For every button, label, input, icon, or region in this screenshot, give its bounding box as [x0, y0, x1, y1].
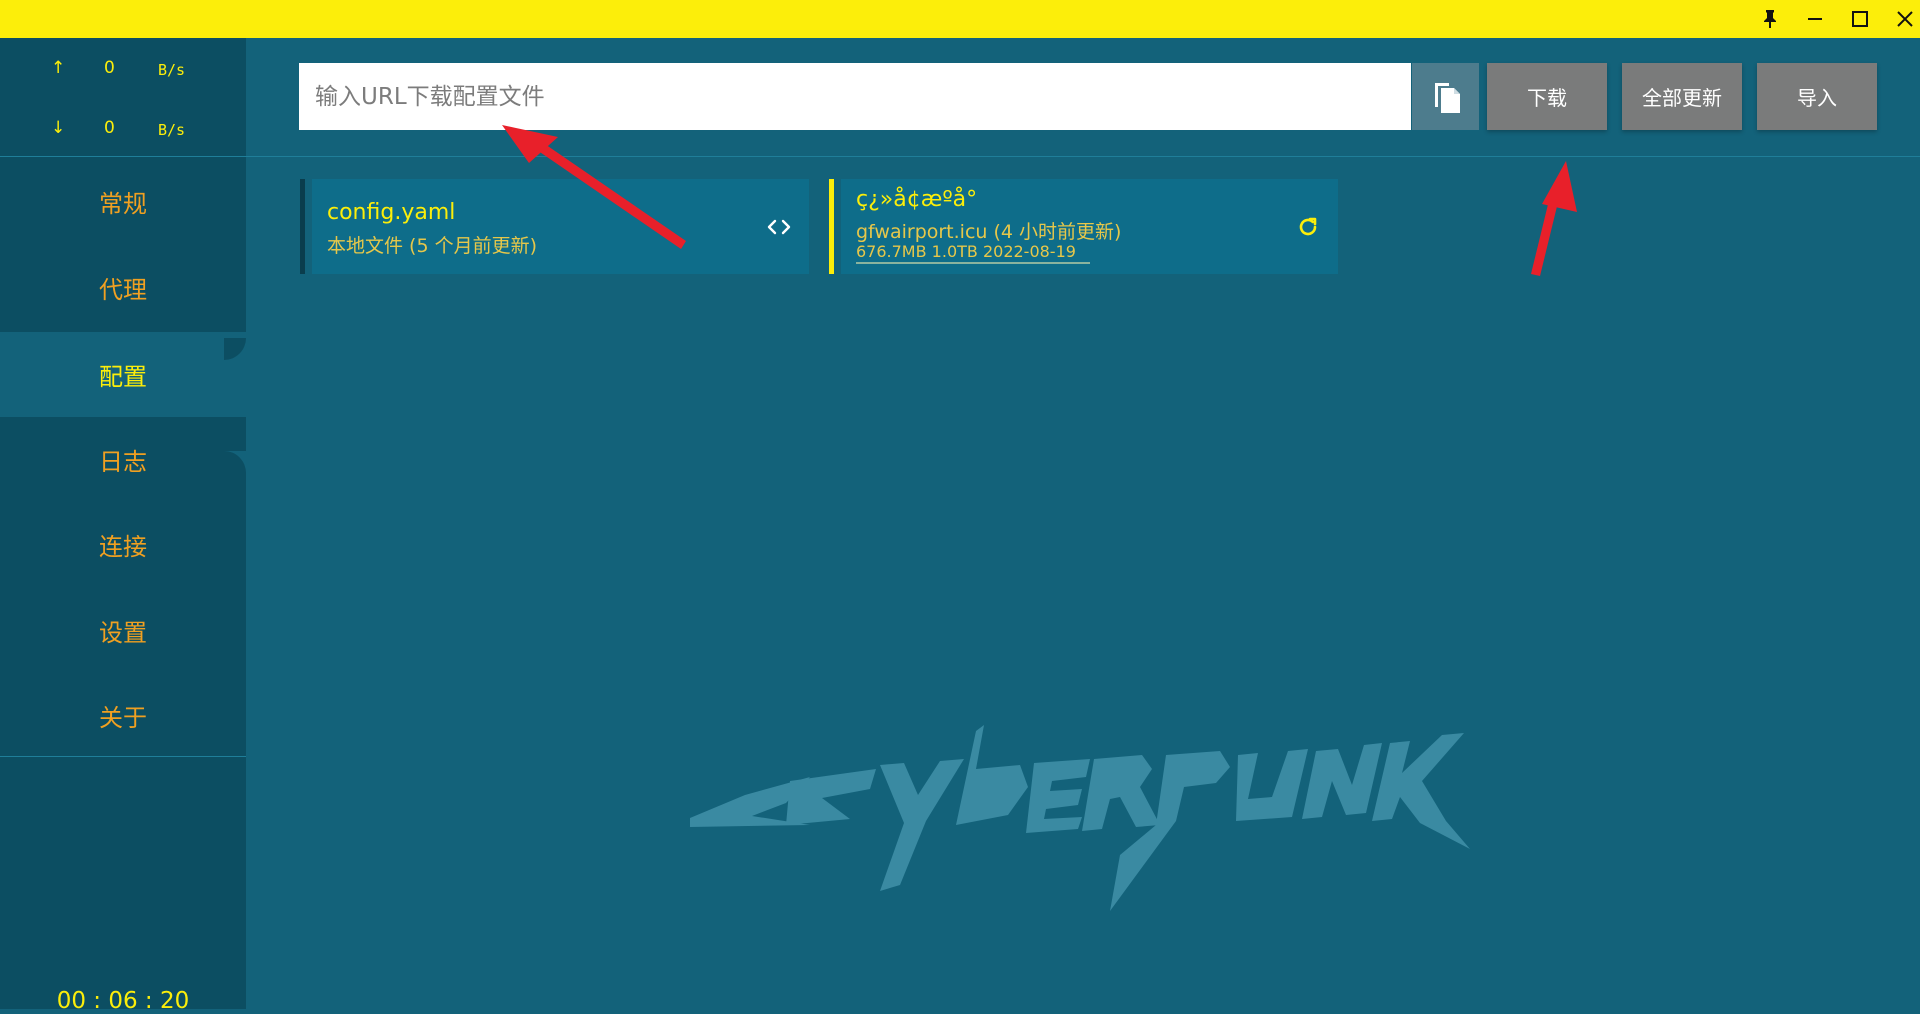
annotation-arrows: [502, 125, 1577, 276]
